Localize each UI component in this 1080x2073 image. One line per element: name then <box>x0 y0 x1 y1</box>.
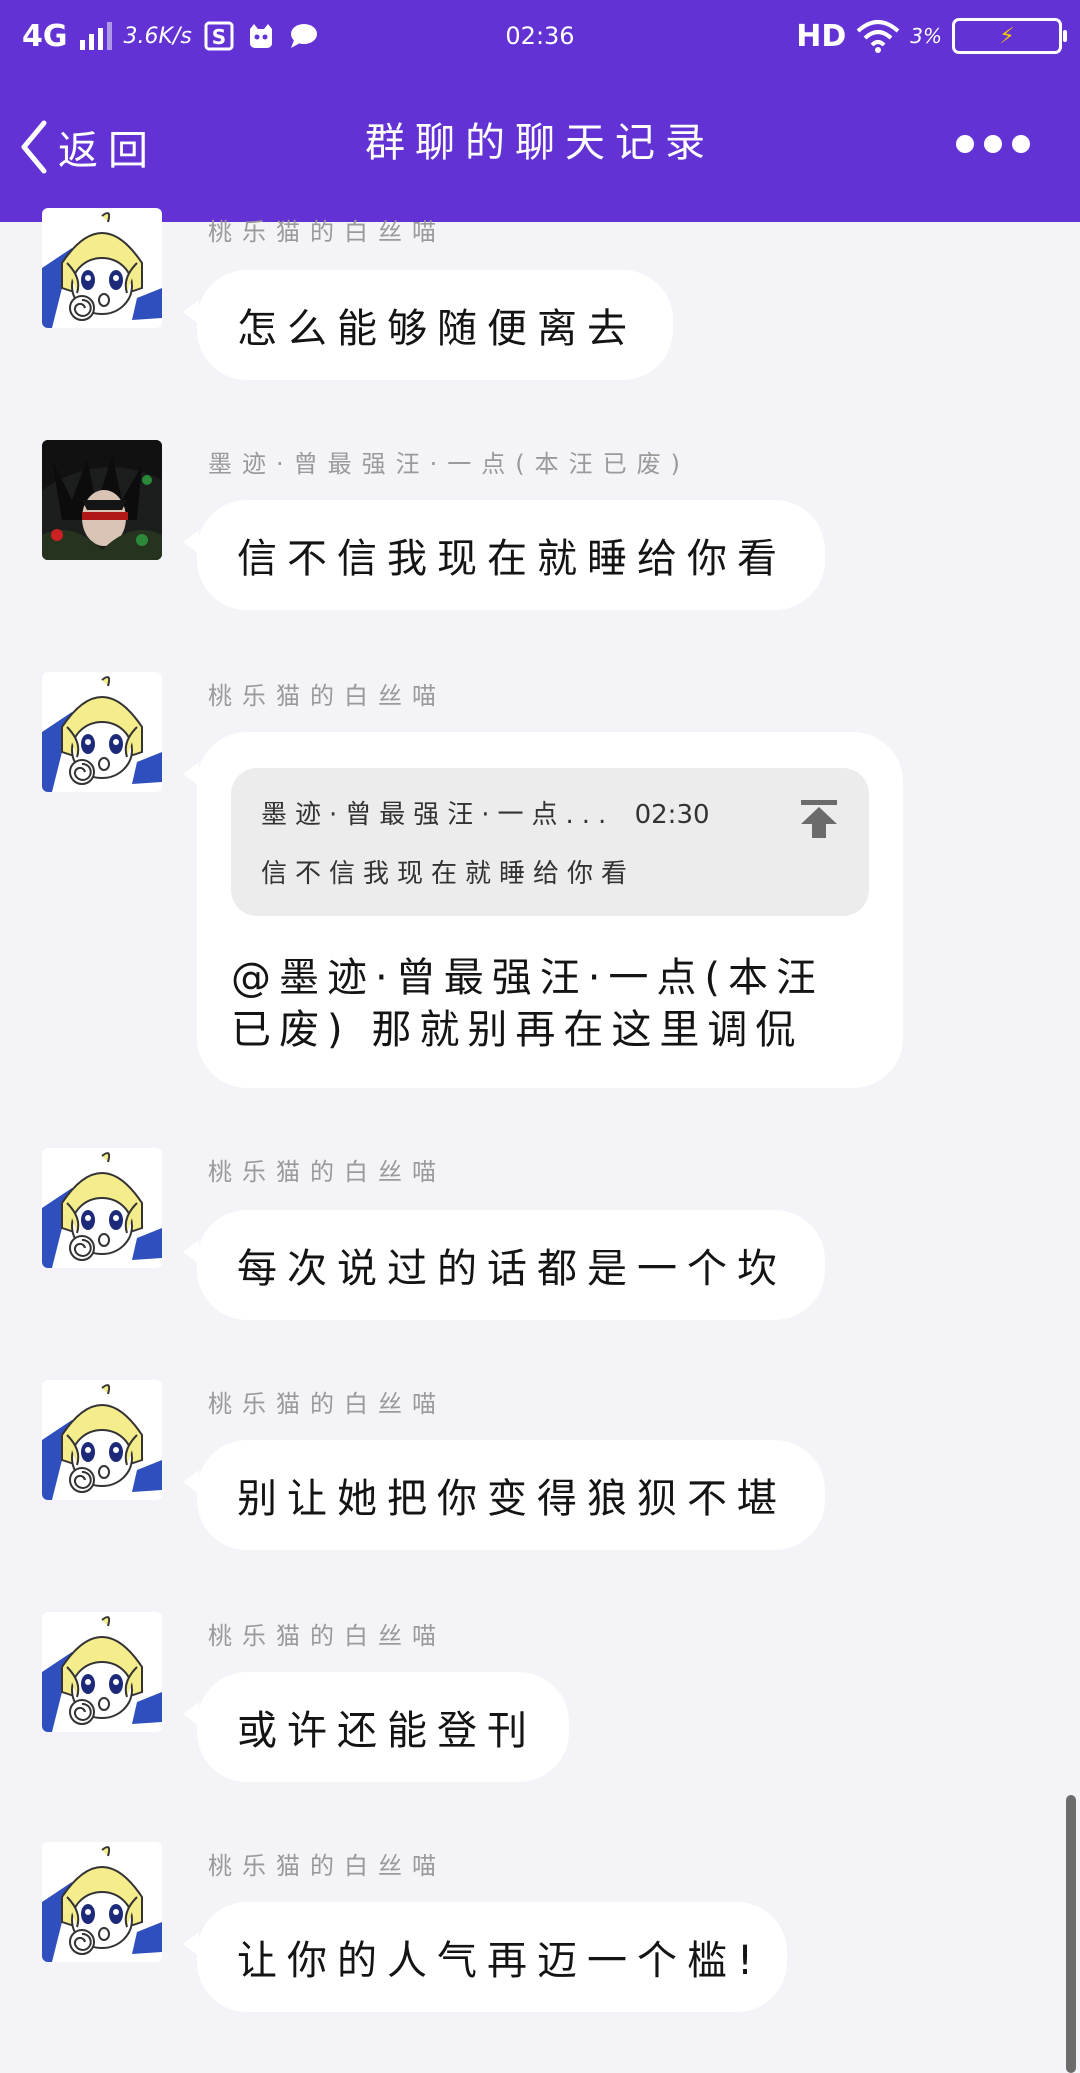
hd-indicator: HD <box>796 18 847 54</box>
message-bubble[interactable]: 怎么能够随便离去 <box>183 270 673 380</box>
quote-header: 墨迹·曾最强汪·一点... 02:30 <box>261 794 839 831</box>
more-options-button[interactable] <box>956 135 1030 153</box>
message-bubble[interactable]: 别让她把你变得狼狈不堪 <box>183 1440 825 1550</box>
dot-icon <box>956 135 974 153</box>
sender-name: 桃乐猫的白丝喵 <box>208 1158 446 1186</box>
dot-icon <box>984 135 1002 153</box>
avatar[interactable] <box>42 1612 162 1732</box>
dot-icon <box>1012 135 1030 153</box>
status-right: HD 3% ⚡ <box>796 16 1067 56</box>
quote-text: 信不信我现在就睡给你看 <box>261 859 636 889</box>
message-text: 每次说过的话都是一个坎 <box>237 1246 787 1292</box>
message-bubble[interactable]: 墨迹·曾最强汪·一点... 02:30 信不信我现在就睡给你看 @墨迹·曾最强汪… <box>183 732 903 1088</box>
quoted-message[interactable]: 墨迹·曾最强汪·一点... 02:30 信不信我现在就睡给你看 <box>231 768 869 916</box>
message-text: @墨迹·曾最强汪·一点(本汪已废) 那就别再在这里调侃 <box>231 955 825 1053</box>
avatar[interactable] <box>42 1148 162 1268</box>
avatar[interactable] <box>42 1842 162 1962</box>
message-text: 怎么能够随便离去 <box>237 306 637 352</box>
avatar[interactable] <box>42 440 162 560</box>
message-text: 让你的人气再迈一个槛! <box>237 1938 764 1984</box>
sender-name: 桃乐猫的白丝喵 <box>208 218 446 246</box>
message-bubble[interactable]: 信不信我现在就睡给你看 <box>183 500 825 610</box>
avatar[interactable] <box>42 672 162 792</box>
message-text: 或许还能登刊 <box>237 1708 537 1754</box>
message-text: 信不信我现在就睡给你看 <box>237 536 787 582</box>
charging-bolt-icon: ⚡ <box>999 23 1015 49</box>
quote-time: 02:30 <box>634 800 710 830</box>
sender-name: 墨迹·曾最强汪·一点(本汪已废) <box>208 450 690 478</box>
status-bar: 4G 3.6K/s S 02:36 HD 3% ⚡ <box>0 0 1080 75</box>
sender-name: 桃乐猫的白丝喵 <box>208 1622 446 1650</box>
quote-sender: 墨迹·曾最强汪·一点... <box>261 800 615 830</box>
header: 4G 3.6K/s S 02:36 HD 3% ⚡ 返回 群聊的聊天记录 <box>0 0 1080 222</box>
message-bubble[interactable]: 每次说过的话都是一个坎 <box>183 1210 825 1320</box>
scrollbar[interactable] <box>1066 1795 1076 2073</box>
message-bubble[interactable]: 或许还能登刊 <box>183 1672 569 1782</box>
avatar[interactable] <box>42 1380 162 1500</box>
sender-name: 桃乐猫的白丝喵 <box>208 1852 446 1880</box>
battery-icon: ⚡ <box>952 18 1067 54</box>
avatar[interactable] <box>42 208 162 328</box>
jump-to-top-icon[interactable] <box>799 798 839 840</box>
page-title: 群聊的聊天记录 <box>365 120 715 166</box>
wifi-icon <box>856 20 900 53</box>
message-bubble[interactable]: 让你的人气再迈一个槛! <box>183 1902 787 2012</box>
nav-bar: 返回 群聊的聊天记录 <box>0 100 1080 200</box>
battery-percent: 3% <box>910 24 942 48</box>
message-text: 别让她把你变得狼狈不堪 <box>237 1476 787 1522</box>
sender-name: 桃乐猫的白丝喵 <box>208 1390 446 1418</box>
sender-name: 桃乐猫的白丝喵 <box>208 682 446 710</box>
